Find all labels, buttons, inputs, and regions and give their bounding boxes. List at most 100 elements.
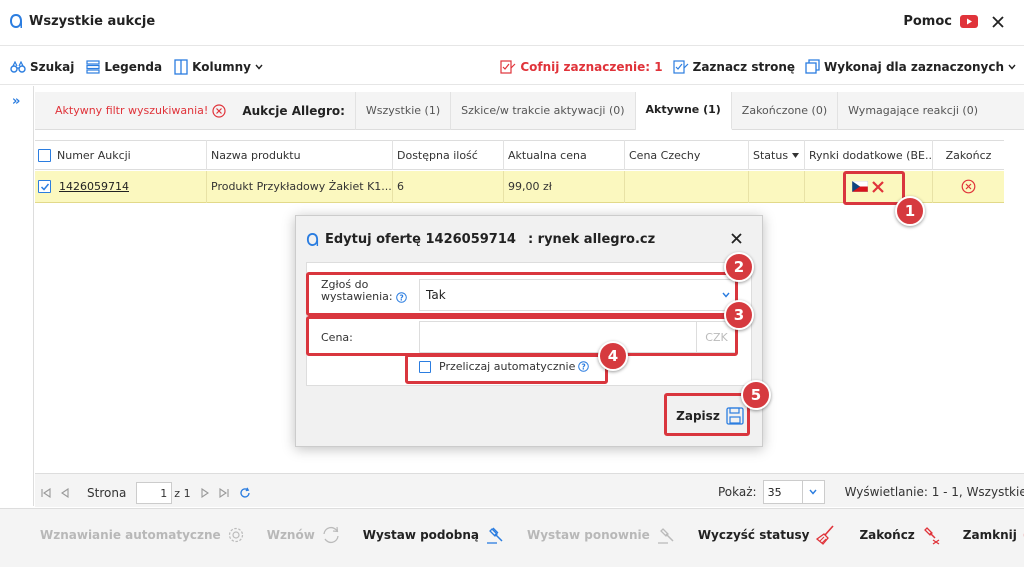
columns-dropdown[interactable]: Kolumny — [174, 59, 263, 75]
column-available-qty[interactable]: Dostępna ilość — [393, 140, 504, 170]
select-page-icon — [673, 59, 689, 74]
filter-warning: Aktywny filtr wyszukiwania! Aukcje Alleg… — [35, 91, 356, 130]
annotation-badge-3: 3 — [724, 300, 754, 330]
close-window-icon[interactable] — [992, 15, 1004, 28]
page-size-select[interactable]: 35 — [762, 480, 825, 504]
tab-ended[interactable]: Zakończone (0) — [732, 91, 839, 130]
column-label: Rynki dodatkowe (BE... — [809, 148, 933, 162]
help-link[interactable]: Pomoc — [903, 14, 952, 29]
select-page-label: Zaznacz stronę — [692, 59, 796, 74]
clear-filter-icon[interactable] — [212, 103, 226, 118]
undo-selection-label: Cofnij zaznaczenie: 1 — [520, 59, 663, 74]
dialog-market: : rynek allegro.cz — [527, 232, 656, 247]
column-price-cz[interactable]: Cena Czechy — [625, 140, 749, 170]
list-similar-label: Wystaw podobną — [362, 528, 479, 542]
sort-down-icon — [792, 152, 800, 158]
highlight-box-3 — [306, 316, 738, 356]
expand-sidebar-icon[interactable]: » — [12, 94, 20, 109]
undo-selection-button[interactable]: Cofnij zaznaczenie: 1 — [500, 59, 663, 74]
cell-auction-number: 1426059714 — [35, 170, 207, 203]
bottom-action-bar: Wznawianie automatyczne Wznów Wystaw pod… — [0, 508, 1024, 567]
undo-selection-icon — [500, 59, 516, 74]
grid-header: Numer Aukcji Nazwa produktu Dostępna ilo… — [35, 140, 1004, 170]
tab-requires-action[interactable]: Wymagające reakcji (0) — [838, 92, 988, 130]
close-button[interactable]: Zamknij — [963, 525, 1024, 545]
column-label: Numer Aukcji — [57, 148, 131, 162]
annotation-badge-4: 4 — [598, 341, 628, 371]
column-status[interactable]: Status — [749, 140, 805, 170]
select-page-button[interactable]: Zaznacz stronę — [673, 59, 795, 74]
cell-current-price: 99,00 zł — [504, 170, 625, 203]
window-title: Wszystkie aukcje — [29, 13, 156, 29]
available-qty-text: 6 — [397, 180, 404, 193]
gear-icon — [227, 526, 245, 544]
toolbar: Szukaj Legenda Kolumny Cofnij zaznaczeni… — [0, 47, 1024, 85]
renew-label: Wznów — [266, 528, 315, 542]
search-label: Szukaj — [30, 60, 75, 74]
execute-selected-label: Wykonaj dla zaznaczonych — [824, 59, 1004, 74]
filter-warning-text: Aktywny filtr wyszukiwania! — [55, 104, 209, 117]
select-all-checkbox[interactable] — [38, 148, 51, 162]
close-label: Zamknij — [962, 528, 1017, 542]
auto-renew-label: Wznawianie automatyczne — [40, 528, 221, 542]
dialog-title: Edytuj ofertę 1426059714 — [325, 232, 516, 247]
auction-number-link[interactable]: 1426059714 — [59, 180, 129, 193]
checkmark-icon — [40, 183, 49, 191]
relist-label: Wystaw ponownie — [527, 528, 650, 542]
legend-label: Legenda — [104, 60, 163, 74]
refresh-icon[interactable] — [239, 487, 251, 499]
column-label: Cena Czechy — [629, 148, 701, 162]
search-button[interactable]: Szukaj — [10, 60, 74, 74]
display-info: Wyświetlanie: 1 - 1, Wszystkie: 1 — [844, 485, 1024, 499]
column-extra-markets[interactable]: Rynki dodatkowe (BE... — [805, 140, 933, 170]
end-button[interactable]: Zakończ — [859, 525, 940, 545]
chevron-down-icon — [255, 64, 263, 70]
collapsed-sidebar[interactable]: » — [0, 86, 34, 506]
binoculars-icon — [10, 61, 26, 73]
tab-all[interactable]: Wszystkie (1) — [356, 91, 452, 130]
page-input[interactable]: 1 — [136, 482, 173, 504]
cell-end — [933, 171, 1004, 203]
first-page-icon[interactable] — [41, 488, 51, 498]
column-label: Zakończ — [945, 148, 992, 162]
list-similar-button[interactable]: Wystaw podobną — [363, 526, 505, 544]
highlight-box-1 — [843, 171, 905, 205]
chevron-down-icon[interactable] — [801, 481, 824, 503]
cell-status — [749, 170, 805, 203]
end-label: Zakończ — [859, 528, 915, 542]
tab-drafts[interactable]: Szkice/w trakcie aktywacji (0) — [451, 91, 636, 130]
page-size-value: 35 — [767, 485, 782, 499]
chevron-down-icon — [1008, 64, 1016, 70]
gavel-cancel-icon — [921, 525, 941, 545]
broom-icon — [815, 525, 837, 545]
gavel-icon — [485, 526, 505, 544]
column-auction-number[interactable]: Numer Aukcji — [35, 140, 207, 170]
product-name-text: Produkt Przykładowy Żakiet K1... — [211, 180, 392, 193]
pager: Strona 1 z 1 Pokaż: 35 Wyświetlanie: 1 -… — [35, 473, 1024, 507]
column-label: Dostępna ilość — [397, 148, 478, 162]
legend-list-icon — [86, 60, 100, 74]
title-bar: Wszystkie aukcje Pomoc — [0, 0, 1024, 46]
last-page-icon[interactable] — [219, 488, 229, 498]
column-product-name[interactable]: Nazwa produktu — [207, 140, 393, 170]
legend-button[interactable]: Legenda — [86, 60, 162, 74]
column-current-price[interactable]: Aktualna cena — [504, 140, 625, 170]
app-logo-icon — [306, 232, 319, 247]
row-checkbox[interactable] — [38, 180, 51, 193]
renew-button[interactable]: Wznów — [267, 526, 341, 544]
clear-status-button[interactable]: Wyczyść statusy — [698, 525, 838, 545]
tabs-bar: Aktywny filtr wyszukiwania! Aukcje Alleg… — [35, 91, 1024, 130]
auto-renew-button[interactable]: Wznawianie automatyczne — [40, 526, 245, 544]
next-page-icon[interactable] — [201, 488, 209, 498]
end-auction-icon[interactable] — [961, 179, 976, 194]
prev-page-icon[interactable] — [61, 488, 69, 498]
close-dialog-icon[interactable] — [731, 233, 742, 244]
highlight-box-4 — [405, 354, 608, 384]
annotation-badge-1: 1 — [895, 196, 925, 226]
tab-active[interactable]: Aktywne (1) — [635, 91, 732, 130]
relist-button[interactable]: Wystaw ponownie — [527, 526, 676, 544]
page-label: Strona — [87, 486, 127, 500]
youtube-icon[interactable] — [960, 15, 978, 28]
column-end[interactable]: Zakończ — [933, 140, 1004, 170]
execute-selected-dropdown[interactable]: Wykonaj dla zaznaczonych — [805, 59, 1016, 74]
